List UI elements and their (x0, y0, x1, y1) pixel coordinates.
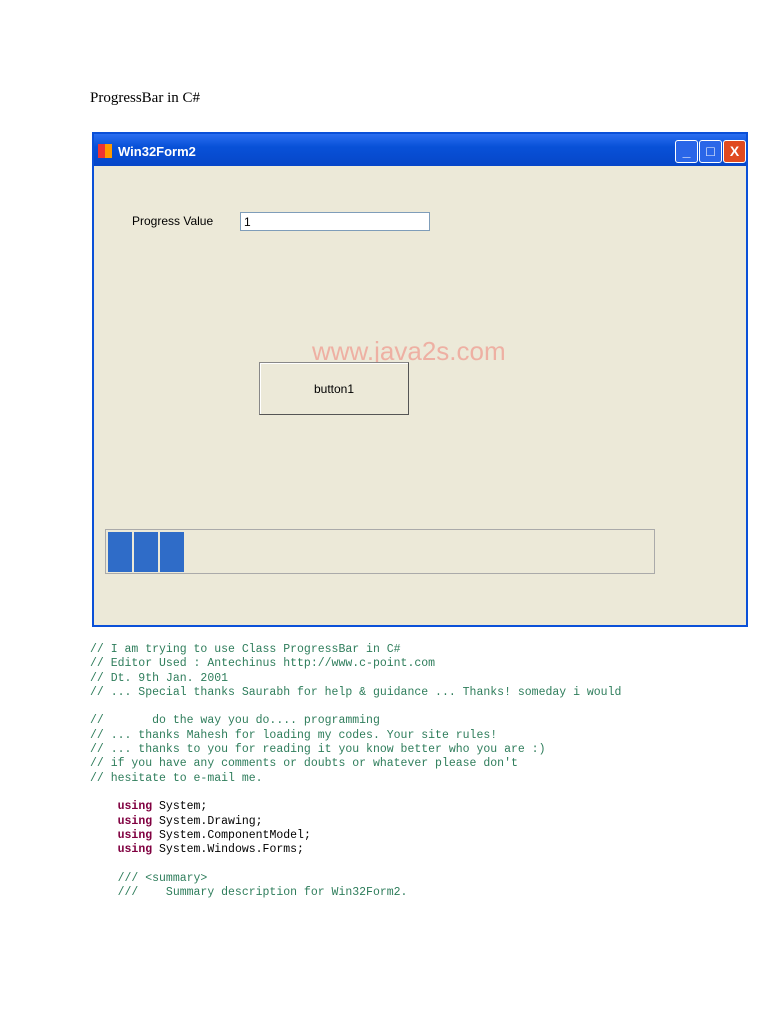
progress-block (134, 532, 158, 572)
using-keyword: using (117, 800, 153, 814)
namespace: System; (152, 800, 208, 814)
progress-value-input[interactable]: 1 (240, 212, 430, 231)
summary-comment-line: /// Summary description for Win32Form2. (90, 886, 408, 900)
progress-block (108, 532, 132, 572)
using-line: using System.ComponentModel; (90, 829, 621, 843)
code-comment-line: // if you have any comments or doubts or… (90, 757, 518, 771)
using-keyword: using (117, 843, 153, 857)
summary-comment-line: /// <summary> (90, 871, 208, 885)
app-icon (98, 144, 112, 158)
progress-value-label: Progress Value (132, 214, 214, 228)
code-comment-line: // hesitate to e-mail me. (90, 771, 263, 785)
maximize-button[interactable]: □ (699, 140, 722, 163)
code-comment-line: // ... thanks Mahesh for loading my code… (90, 728, 498, 742)
close-button[interactable]: X (723, 140, 746, 163)
button1[interactable]: button1 (259, 362, 409, 415)
namespace: System.Drawing; (152, 814, 263, 828)
code-comment-line: // ... Special thanks Saurabh for help &… (90, 685, 622, 699)
code-comment-line: // Editor Used : Antechinus http://www.c… (90, 657, 436, 671)
app-window: Win32Form2 _ □ X Progress Value 1 www.ja… (92, 132, 748, 627)
minimize-button[interactable]: _ (675, 140, 698, 163)
code-comment-line (90, 700, 621, 714)
code-comment-line: // ... thanks to you for reading it you … (90, 743, 546, 757)
using-keyword: using (117, 814, 153, 828)
using-keyword: using (117, 828, 153, 842)
using-line: using System; (90, 800, 621, 814)
using-line: using System.Windows.Forms; (90, 843, 621, 857)
namespace: System.Windows.Forms; (152, 843, 304, 857)
code-comment-line: // I am trying to use Class ProgressBar … (90, 643, 401, 656)
progress-block (160, 532, 184, 572)
using-line: using System.Drawing; (90, 815, 621, 829)
window-title: Win32Form2 (118, 144, 196, 159)
progress-bar (105, 529, 655, 574)
namespace: System.ComponentModel; (152, 828, 311, 842)
code-comment-line: // do the way you do.... programming (90, 714, 380, 728)
code-comment-line: // Dt. 9th Jan. 2001 (90, 671, 229, 685)
code-listing: // I am trying to use Class ProgressBar … (90, 643, 621, 900)
title-bar[interactable]: Win32Form2 _ □ X (94, 134, 746, 166)
page-heading: ProgressBar in C# (90, 90, 200, 106)
